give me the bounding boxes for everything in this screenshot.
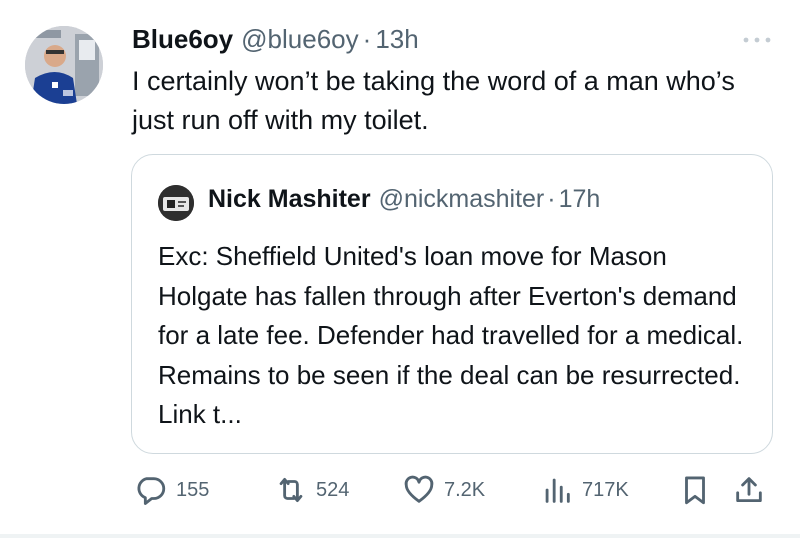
views-button[interactable]: 717K [540, 470, 629, 510]
bookmark-icon [685, 476, 705, 505]
like-count: 7.2K [444, 478, 486, 501]
bookmark-button[interactable] [678, 470, 712, 510]
quoted-separator-dot: · [547, 185, 556, 213]
repost-count: 524 [316, 478, 350, 501]
post-time[interactable]: 13h [375, 24, 418, 55]
separator-dot: · [362, 24, 372, 54]
author-handle[interactable]: @blue6oy [241, 24, 358, 55]
more-options-icon[interactable] [740, 30, 774, 50]
views-icon [545, 478, 570, 503]
quoted-post[interactable]: Nick Mashiter @nickmashiter · 17h Exc: S… [131, 154, 773, 454]
views-count: 717K [582, 478, 629, 501]
bottom-divider [0, 534, 800, 538]
author-avatar[interactable] [25, 26, 103, 104]
quoted-author-avatar[interactable] [158, 185, 194, 221]
quoted-text: Exc: Sheffield United's loan move for Ma… [158, 241, 744, 429]
like-icon [404, 475, 434, 503]
repost-icon [279, 477, 303, 503]
quoted-handle[interactable]: @nickmashiter [379, 185, 545, 214]
avatar-photo-icon [25, 26, 103, 104]
author-display-name[interactable]: Blue6oy [132, 24, 233, 55]
avatar-photo-icon [158, 185, 194, 221]
reply-icon [137, 477, 166, 505]
action-bar: 155 524 7.2K 717K [134, 470, 774, 510]
quoted-author-header: Nick Mashiter @nickmashiter · 17h [208, 185, 600, 214]
share-button[interactable] [732, 470, 766, 510]
like-button[interactable]: 7.2K [402, 470, 485, 510]
author-header: Blue6oy @blue6oy · 13h [132, 24, 419, 58]
quoted-time[interactable]: 17h [559, 185, 601, 214]
quoted-display-name[interactable]: Nick Mashiter [208, 185, 371, 214]
post-text: I certainly won’t be taking the word of … [132, 66, 735, 135]
reply-count: 155 [176, 478, 210, 501]
share-icon [736, 477, 762, 503]
reply-button[interactable]: 155 [134, 470, 209, 510]
repost-button[interactable]: 524 [274, 470, 349, 510]
